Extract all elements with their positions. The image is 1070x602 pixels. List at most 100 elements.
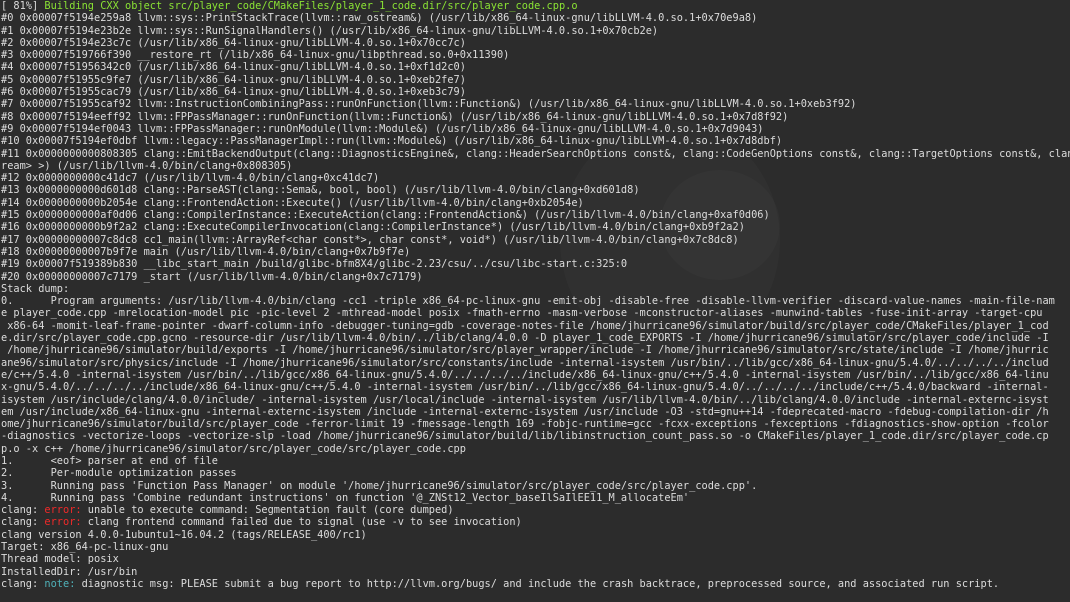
- terminal-line: clang: error: clang frontend command fai…: [1, 516, 1070, 528]
- line-text: #15 0x0000000000af0d06 clang::CompilerIn…: [1, 209, 770, 222]
- line-text: clang frontend command failed due to sig…: [81, 516, 522, 529]
- line-text: unable to execute command: Segmentation …: [81, 504, 454, 517]
- line-text: e player_code.cpp -mrelocation-model pic…: [1, 307, 1043, 320]
- line-text: /home/jhurricane96/simulator/build/expor…: [1, 344, 1049, 357]
- line-text: 2. Per-module optimization passes: [1, 467, 237, 480]
- terminal-line: Target: x86_64-pc-linux-gnu: [1, 541, 1070, 553]
- terminal-line: 0. Program arguments: /usr/lib/llvm-4.0/…: [1, 295, 1070, 307]
- line-text: diagnostic msg: PLEASE submit a bug repo…: [75, 577, 1000, 590]
- terminal-line: #16 0x0000000000b9f2a2 clang::ExecuteCom…: [1, 221, 1070, 233]
- line-text: #4 0x00007f51956342c0 (/usr/lib/x86_64-l…: [1, 61, 466, 74]
- line-text: #11 0x0000000000808305 clang::EmitBacken…: [1, 147, 1070, 160]
- line-text: #19 0x00007f519389b830 __libc_start_main…: [1, 258, 628, 271]
- line-text: Thread model: posix: [1, 553, 119, 566]
- line-text: InstalledDir: /usr/bin: [1, 565, 138, 578]
- error-label: error:: [44, 516, 82, 529]
- terminal-line: clang: note: diagnostic msg: PLEASE subm…: [1, 578, 1070, 590]
- line-text: #7 0x00007f51955caf92 llvm::InstructionC…: [1, 98, 857, 111]
- line-text: x86-64 -momit-leaf-frame-pointer -dwarf-…: [1, 319, 1049, 332]
- terminal-line: 2. Per-module optimization passes: [1, 467, 1070, 479]
- line-text: clang:: [1, 577, 45, 590]
- terminal-line: InstalledDir: /usr/bin: [1, 566, 1070, 578]
- terminal-line: #5 0x00007f51955c9fe7 (/usr/lib/x86_64-l…: [1, 74, 1070, 86]
- line-text: em /usr/include/x86_64-linux-gnu -intern…: [1, 405, 1049, 418]
- terminal-line: #7 0x00007f51955caf92 llvm::InstructionC…: [1, 98, 1070, 110]
- terminal-line: #4 0x00007f51956342c0 (/usr/lib/x86_64-l…: [1, 61, 1070, 73]
- terminal-line: ome/jhurricane96/simulator/build/src/pla…: [1, 418, 1070, 430]
- line-text: ream> >) (/usr/lib/llvm-4.0/bin/clang+0x…: [1, 159, 293, 172]
- line-text: #14 0x0000000000b2054e clang::FrontendAc…: [1, 196, 584, 209]
- line-text: e.dir/src/player_code.cpp.gcno -resource…: [1, 332, 1049, 345]
- terminal-line: #10 0x00007f5194ef0dbf llvm::legacy::Pas…: [1, 135, 1070, 147]
- terminal-line: #13 0x0000000000d601d8 clang::ParseAST(c…: [1, 184, 1070, 196]
- line-text: 0. Program arguments: /usr/lib/llvm-4.0/…: [1, 295, 1055, 308]
- terminal-line: #15 0x0000000000af0d06 clang::CompilerIn…: [1, 209, 1070, 221]
- line-text: p.o -x c++ /home/jhurricane96/simulator/…: [1, 442, 466, 455]
- terminal-line: e player_code.cpp -mrelocation-model pic…: [1, 307, 1070, 319]
- line-text: x-gnu/5.4.0/../../../../include/x86_64-l…: [1, 381, 1049, 394]
- terminal-line: #1 0x00007f5194e23b2e llvm::sys::RunSign…: [1, 25, 1070, 37]
- terminal-line: #3 0x00007f519766f390 __restore_rt (/lib…: [1, 49, 1070, 61]
- line-text: [ 81%]: [1, 0, 45, 12]
- line-text: ane96/simulator/src/physics/include -I /…: [1, 356, 1049, 369]
- terminal-output: [ 81%] Building CXX object src/player_co…: [1, 0, 1070, 590]
- line-text: #8 0x00007f5194eeff92 llvm::FPPassManage…: [1, 110, 789, 123]
- line-text: 4. Running pass 'Combine redundant instr…: [1, 491, 690, 504]
- line-text: 3. Running pass 'Function Pass Manager' …: [1, 479, 758, 492]
- line-text: #6 0x00007f51955cac79 (/usr/lib/x86_64-l…: [1, 86, 466, 99]
- terminal-line: ream> >) (/usr/lib/llvm-4.0/bin/clang+0x…: [1, 160, 1070, 172]
- line-text: 1. <eof> parser at end of file: [1, 454, 218, 467]
- terminal-line: x86-64 -momit-leaf-frame-pointer -dwarf-…: [1, 320, 1070, 332]
- line-text: #3 0x00007f519766f390 __restore_rt (/lib…: [1, 49, 510, 62]
- line-text: clang:: [1, 516, 45, 529]
- line-text: #17 0x00000000007c8dc8 cc1_main(llvm::Ar…: [1, 233, 739, 246]
- terminal-line: Thread model: posix: [1, 553, 1070, 565]
- terminal-line: #0 0x00007f5194e259a8 llvm::sys::PrintSt…: [1, 12, 1070, 24]
- line-text: Stack dump:: [1, 282, 70, 295]
- note-label: note:: [44, 577, 76, 590]
- terminal-line: #8 0x00007f5194eeff92 llvm::FPPassManage…: [1, 111, 1070, 123]
- build-status-text: Building CXX object src/player_code/CMak…: [44, 0, 578, 12]
- terminal-line: 3. Running pass 'Function Pass Manager' …: [1, 480, 1070, 492]
- terminal-line: x-gnu/5.4.0/../../../../include/x86_64-l…: [1, 381, 1070, 393]
- line-text: #2 0x00007f5194e23c7c (/usr/lib/x86_64-l…: [1, 36, 466, 49]
- line-text: -diagnostics -vectorize-loops -vectorize…: [1, 430, 1049, 443]
- terminal-line: -diagnostics -vectorize-loops -vectorize…: [1, 430, 1070, 442]
- terminal-line: ane96/simulator/src/physics/include -I /…: [1, 357, 1070, 369]
- terminal-line: /home/jhurricane96/simulator/build/expor…: [1, 344, 1070, 356]
- terminal-line: [ 81%] Building CXX object src/player_co…: [1, 0, 1070, 12]
- line-text: clang version 4.0.0-1ubuntu1~16.04.2 (ta…: [1, 528, 367, 541]
- terminal-line: e/c++/5.4.0 -internal-isystem /usr/bin/.…: [1, 369, 1070, 381]
- terminal-line: 1. <eof> parser at end of file: [1, 455, 1070, 467]
- line-text: e/c++/5.4.0 -internal-isystem /usr/bin/.…: [1, 368, 1049, 381]
- line-text: #5 0x00007f51955c9fe7 (/usr/lib/x86_64-l…: [1, 73, 466, 86]
- terminal-line: clang version 4.0.0-1ubuntu1~16.04.2 (ta…: [1, 529, 1070, 541]
- terminal-line: #17 0x00000000007c8dc8 cc1_main(llvm::Ar…: [1, 234, 1070, 246]
- terminal-line: #9 0x00007f5194ef0043 llvm::FPPassManage…: [1, 123, 1070, 135]
- line-text: ome/jhurricane96/simulator/build/src/pla…: [1, 418, 1049, 431]
- terminal-line: #14 0x0000000000b2054e clang::FrontendAc…: [1, 197, 1070, 209]
- terminal-line: 4. Running pass 'Combine redundant instr…: [1, 492, 1070, 504]
- line-text: #0 0x00007f5194e259a8 llvm::sys::PrintSt…: [1, 12, 758, 25]
- terminal-line: #20 0x00000000007c7179 _start (/usr/lib/…: [1, 271, 1070, 283]
- terminal-line: isystem /usr/include/clang/4.0.0/include…: [1, 394, 1070, 406]
- line-text: #9 0x00007f5194ef0043 llvm::FPPassManage…: [1, 122, 764, 135]
- terminal-line: p.o -x c++ /home/jhurricane96/simulator/…: [1, 443, 1070, 455]
- line-text: #20 0x00000000007c7179 _start (/usr/lib/…: [1, 270, 423, 283]
- terminal-window[interactable]: [ 81%] Building CXX object src/player_co…: [0, 0, 1070, 602]
- error-label: error:: [44, 504, 82, 517]
- line-text: #12 0x0000000000c41dc7 (/usr/lib/llvm-4.…: [1, 172, 380, 185]
- terminal-line: #12 0x0000000000c41dc7 (/usr/lib/llvm-4.…: [1, 172, 1070, 184]
- line-text: Target: x86_64-pc-linux-gnu: [1, 541, 169, 554]
- terminal-line: #19 0x00007f519389b830 __libc_start_main…: [1, 258, 1070, 270]
- terminal-line: e.dir/src/player_code.cpp.gcno -resource…: [1, 332, 1070, 344]
- line-text: isystem /usr/include/clang/4.0.0/include…: [1, 393, 1049, 406]
- line-text: #10 0x00007f5194ef0dbf llvm::legacy::Pas…: [1, 135, 783, 148]
- terminal-line: clang: error: unable to execute command:…: [1, 504, 1070, 516]
- line-text: clang:: [1, 504, 45, 517]
- terminal-line: Stack dump:: [1, 283, 1070, 295]
- terminal-line: em /usr/include/x86_64-linux-gnu -intern…: [1, 406, 1070, 418]
- line-text: #1 0x00007f5194e23b2e llvm::sys::RunSign…: [1, 24, 659, 37]
- line-text: #18 0x00000000007b9f7e main (/usr/lib/ll…: [1, 245, 411, 258]
- terminal-line: #2 0x00007f5194e23c7c (/usr/lib/x86_64-l…: [1, 37, 1070, 49]
